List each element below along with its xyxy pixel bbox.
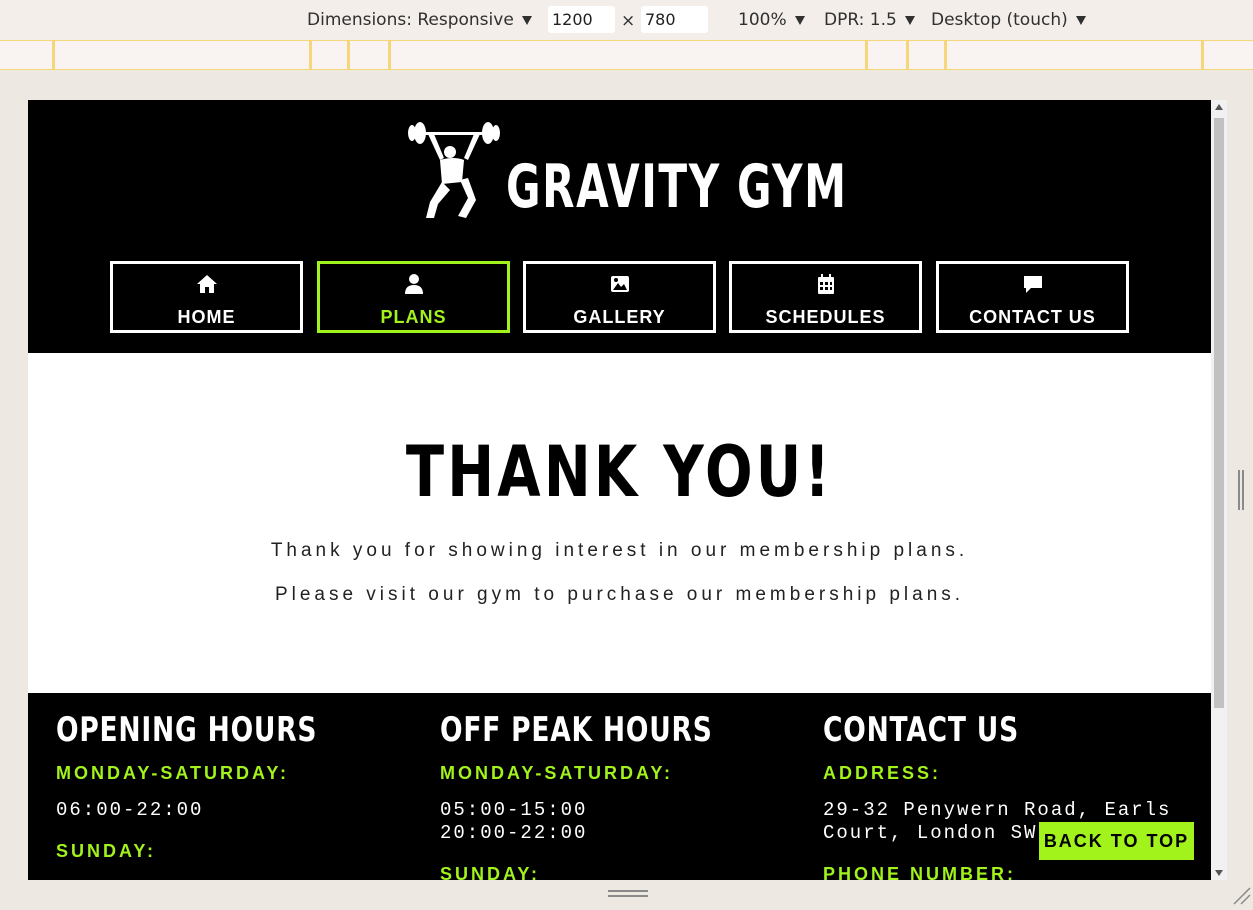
media-query-bar[interactable] [0,40,1253,70]
chevron-down-icon [521,15,532,25]
image-icon [610,276,629,292]
nav-label: PLANS [380,307,447,327]
dimensions-dropdown[interactable]: Dimensions: Responsive [307,10,532,30]
off-peak-title: OFF PEAK HOURS [440,710,713,750]
breakpoint-marker[interactable] [52,41,55,69]
nav-label: SCHEDULES [765,307,886,327]
nav-item-plans[interactable]: PLANS [317,261,510,333]
home-icon [196,275,217,293]
offpeak-hours-1: 05:00-15:00 [440,799,588,821]
device-dropdown[interactable]: Desktop (touch) [931,10,1086,30]
site-footer: OPENING HOURS MONDAY-SATURDAY: 06:00-22:… [28,693,1211,880]
breakpoint-marker[interactable] [865,41,868,69]
chevron-down-icon [794,15,805,25]
brand-title[interactable]: GRAVITY GYM [506,152,848,222]
nav-item-schedules[interactable]: SCHEDULES [729,261,922,333]
thank-you-message: Thank you for showing interest in our me… [270,540,969,561]
zoom-label: 100% [738,10,787,30]
height-input[interactable]: 780 [641,6,708,33]
scroll-down-icon[interactable] [1215,870,1223,876]
opening-hours-title: OPENING HOURS [56,710,318,750]
address-line-2: Court, London SW [823,822,1038,844]
address-line-1: 29-32 Penywern Road, Earls [823,799,1172,821]
user-icon [404,274,423,294]
resize-handle-bottom[interactable] [608,890,648,898]
breakpoint-marker[interactable] [906,41,909,69]
times-symbol: × [621,11,636,31]
chevron-down-icon [1075,15,1086,25]
width-input[interactable]: 1200 [548,6,615,33]
back-to-top-button[interactable]: BACK TO TOP [1039,822,1194,860]
calendar-icon [817,274,834,294]
nav-label: CONTACT US [969,307,1096,327]
offpeak-hours-2: 20:00-22:00 [440,822,588,844]
nav-label: GALLERY [573,307,666,327]
breakpoint-marker[interactable] [944,41,947,69]
opening-sunday-label: SUNDAY: [56,841,157,861]
opening-weekday-label: MONDAY-SATURDAY: [56,763,290,783]
phone-label: PHONE NUMBER: [823,864,1017,880]
visit-message: Please visit our gym to purchase our mem… [274,584,965,605]
nav-label: HOME [177,307,236,327]
breakpoint-marker[interactable] [388,41,391,69]
dpr-dropdown[interactable]: DPR: 1.5 [824,10,915,30]
resize-handle-right[interactable] [1238,470,1244,510]
breakpoint-marker[interactable] [309,41,312,69]
offpeak-weekday-label: MONDAY-SATURDAY: [440,763,674,783]
opening-weekday-hours: 06:00-22:00 [56,799,204,821]
devtools-toolbar: Dimensions: Responsive 1200 × 780 100% D… [0,0,1253,40]
breakpoint-marker[interactable] [347,41,350,69]
page-title: THANK YOU! [405,431,834,513]
resize-corner-icon[interactable] [1232,886,1252,906]
scroll-up-icon[interactable] [1215,104,1223,110]
offpeak-sunday-label: SUNDAY: [440,864,541,880]
dpr-label: DPR: 1.5 [824,10,897,30]
nav-item-contact[interactable]: CONTACT US [936,261,1129,333]
chat-icon [1023,276,1042,293]
address-label: ADDRESS: [823,763,942,783]
weightlifter-icon [408,122,500,218]
viewport-scrollbar[interactable] [1211,100,1227,880]
zoom-dropdown[interactable]: 100% [738,10,805,30]
chevron-down-icon [904,15,915,25]
scroll-thumb[interactable] [1214,118,1224,708]
dimensions-label: Dimensions: Responsive [307,10,514,30]
contact-title: CONTACT US [823,710,1019,750]
nav-item-home[interactable]: HOME [110,261,303,333]
page-viewport: GRAVITY GYM HOME PLANS GALLERY SCHEDULES… [28,100,1211,880]
device-label: Desktop (touch) [931,10,1068,30]
thank-you-section: THANK YOU! Thank you for showing interes… [28,353,1211,693]
breakpoint-marker[interactable] [1201,41,1204,69]
site-header: GRAVITY GYM HOME PLANS GALLERY SCHEDULES… [28,100,1211,353]
nav-item-gallery[interactable]: GALLERY [523,261,716,333]
